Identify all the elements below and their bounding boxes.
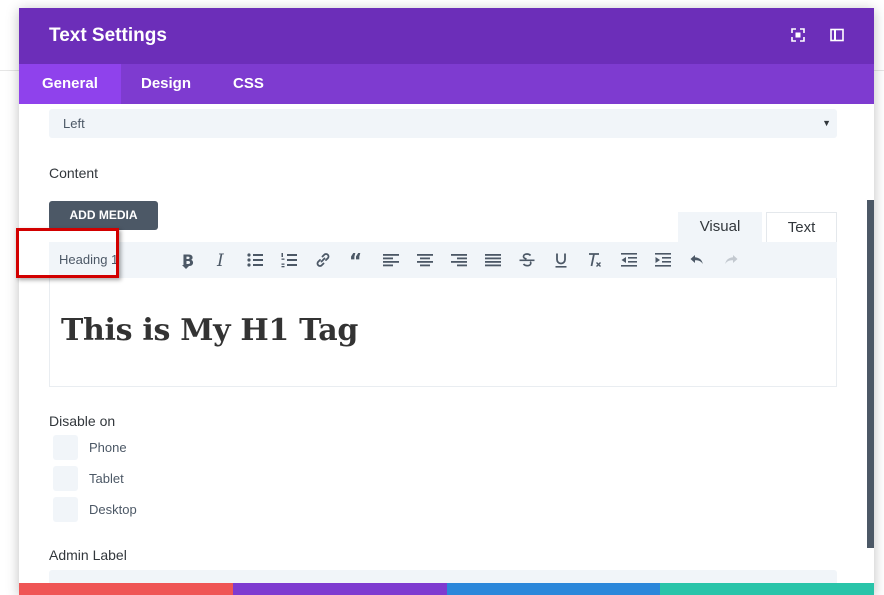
tab-general[interactable]: General <box>19 64 121 104</box>
editor-heading[interactable]: This is My H1 Tag <box>61 313 358 348</box>
outdent-icon[interactable] <box>620 251 638 269</box>
blockquote-icon[interactable]: “ <box>348 251 366 269</box>
modal-title: Text Settings <box>49 25 167 46</box>
editor-toolbar: Heading 1 B I “ <box>49 242 837 278</box>
desktop-label: Desktop <box>89 502 137 517</box>
phone-label: Phone <box>89 440 127 455</box>
admin-label-label: Admin Label <box>49 547 127 563</box>
alignment-select[interactable]: Left ▼ <box>49 109 837 138</box>
link-icon[interactable] <box>314 251 332 269</box>
svg-text:“: “ <box>349 251 362 269</box>
tab-visual[interactable]: Visual <box>678 212 762 242</box>
alignment-select-value: Left <box>63 116 85 131</box>
highlight-annotation-box <box>16 228 119 278</box>
underline-icon[interactable] <box>552 251 570 269</box>
svg-text:I: I <box>216 251 224 269</box>
scrollbar[interactable] <box>867 200 874 548</box>
clear-format-icon[interactable] <box>586 251 604 269</box>
content-label: Content <box>49 165 99 181</box>
align-center-icon[interactable] <box>416 251 434 269</box>
italic-icon[interactable]: I <box>212 251 230 269</box>
redo-icon[interactable] <box>722 251 740 269</box>
bold-icon[interactable]: B <box>178 251 196 269</box>
tab-text[interactable]: Text <box>766 212 837 242</box>
add-media-button[interactable]: ADD MEDIA <box>49 201 158 230</box>
disable-on-label: Disable on <box>49 413 116 429</box>
undo-icon[interactable] <box>688 251 706 269</box>
indent-icon[interactable] <box>654 251 672 269</box>
tab-css[interactable]: CSS <box>210 64 287 104</box>
phone-checkbox[interactable] <box>53 435 78 460</box>
fullscreen-icon[interactable] <box>791 28 805 42</box>
desktop-checkbox[interactable] <box>53 497 78 522</box>
numbered-list-icon[interactable] <box>280 251 298 269</box>
bullet-list-icon[interactable] <box>246 251 264 269</box>
svg-text:B: B <box>182 251 194 269</box>
discard-bar[interactable] <box>19 583 233 595</box>
settings-tabs: General Design CSS <box>19 64 874 104</box>
tablet-label: Tablet <box>89 471 124 486</box>
strikethrough-icon[interactable] <box>518 251 536 269</box>
align-right-icon[interactable] <box>450 251 468 269</box>
sidebar-icon[interactable] <box>830 28 844 42</box>
save-bar[interactable] <box>660 583 874 595</box>
align-left-icon[interactable] <box>382 251 400 269</box>
redo-bar[interactable] <box>447 583 660 595</box>
content-editor[interactable]: This is My H1 Tag <box>49 278 837 387</box>
text-settings-modal: Text Settings General Design CSS Left ▼ … <box>19 8 874 595</box>
dropdown-caret-icon: ▼ <box>822 118 831 128</box>
tablet-checkbox[interactable] <box>53 466 78 491</box>
align-justify-icon[interactable] <box>484 251 502 269</box>
modal-header: Text Settings <box>19 8 874 64</box>
history-bar[interactable] <box>233 583 447 595</box>
tab-design[interactable]: Design <box>118 64 214 104</box>
